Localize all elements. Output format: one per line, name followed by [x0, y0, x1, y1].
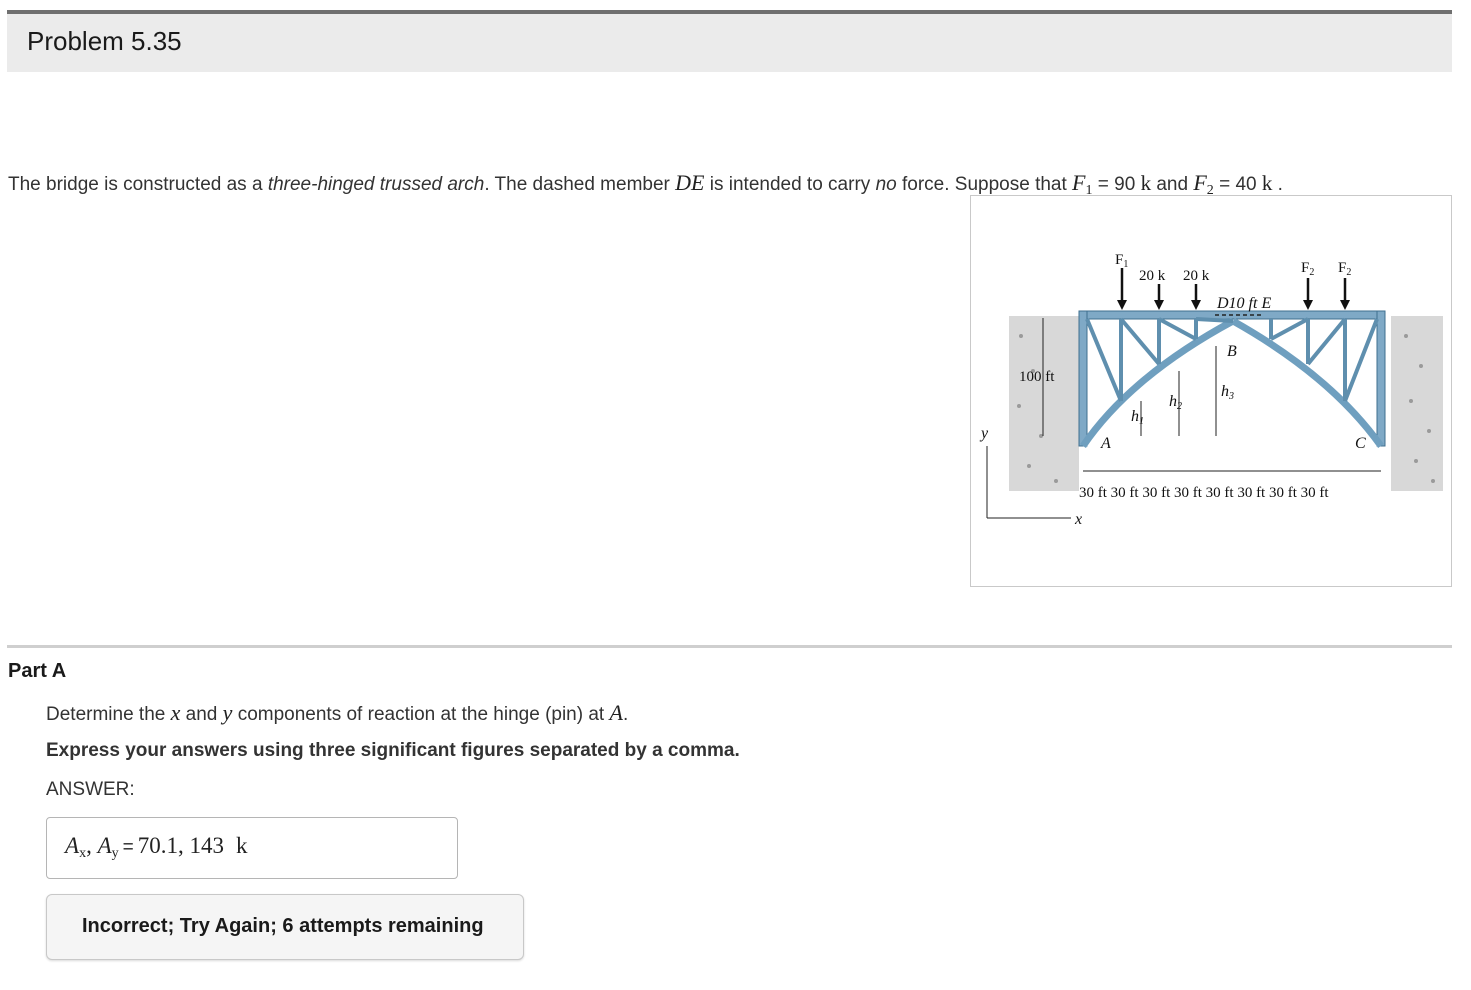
- load-f2-a-label: F2: [1301, 260, 1314, 278]
- and-text: and: [1151, 174, 1194, 195]
- bridge-diagram: 100 ft F1 20 k 20 k F2 F2 D10 ft E B A C…: [979, 252, 1443, 528]
- answer-instruction: Express your answers using three signifi…: [46, 740, 740, 761]
- section-divider: [7, 645, 1452, 648]
- f2-value: = 40: [1213, 174, 1262, 195]
- f2-unit: k: [1261, 171, 1273, 195]
- member-symbol: DE: [675, 170, 705, 195]
- question-a-symbol: A: [609, 700, 623, 725]
- question-x-symbol: x: [170, 700, 181, 725]
- left-post: [1078, 310, 1088, 447]
- load-20k-b-label: 20 k: [1183, 268, 1210, 284]
- d-e-label: D10 ft E: [1216, 295, 1271, 312]
- problem-end: .: [1272, 174, 1283, 195]
- problem-title: Problem 5.35: [27, 26, 182, 56]
- problem-text-4: force. Suppose that: [896, 174, 1073, 195]
- problem-text-3: is intended to carry: [704, 174, 876, 195]
- part-a-question: Determine the x and y components of reac…: [46, 700, 629, 725]
- answer-unit: k: [235, 833, 248, 858]
- load-f1-label: F1: [1115, 252, 1128, 270]
- question-y-symbol: y: [222, 700, 233, 725]
- left-ground: [1009, 316, 1079, 491]
- right-post: [1376, 310, 1386, 447]
- height-label: 100 ft: [1019, 369, 1055, 385]
- problem-text-2: . The dashed member: [484, 174, 676, 195]
- feedback-message-box: Incorrect; Try Again; 6 attempts remaini…: [46, 894, 524, 960]
- y-axis-label: y: [979, 425, 989, 442]
- load-20k-a-label: 20 k: [1139, 268, 1166, 284]
- h2-label: h2: [1169, 393, 1182, 412]
- f2-symbol: F: [1193, 170, 1207, 195]
- problem-text-1: The bridge is constructed as a: [8, 174, 268, 195]
- x-axis-label: x: [1074, 511, 1082, 528]
- answer-expression: Ax, Ay = 70.1, 143 k: [65, 833, 248, 861]
- problem-text-italic-2: no: [875, 174, 897, 195]
- h3-label: h3: [1221, 383, 1234, 402]
- load-f2-b-label: F2: [1338, 260, 1351, 278]
- part-a-label: Part A: [8, 660, 67, 682]
- answer-label: ANSWER:: [46, 779, 135, 800]
- height-dimensions: [1140, 346, 1217, 436]
- f1-unit: k: [1140, 171, 1152, 195]
- answer-field[interactable]: Ax, Ay = 70.1, 143 k: [46, 817, 458, 879]
- f1-symbol: F: [1072, 170, 1086, 195]
- problem-text-italic-1: three-hinged trussed arch: [267, 174, 485, 195]
- bridge-figure: 100 ft F1 20 k 20 k F2 F2 D10 ft E B A C…: [970, 195, 1452, 587]
- f1-value: = 90: [1092, 174, 1141, 195]
- h1-label: h1: [1131, 408, 1144, 427]
- hinge-a-label: A: [1100, 435, 1111, 452]
- span-labels: 30 ft 30 ft 30 ft 30 ft 30 ft 30 ft 30 f…: [1079, 485, 1329, 501]
- hinge-b-label: B: [1227, 343, 1237, 360]
- answer-value[interactable]: 70.1, 143: [138, 833, 224, 858]
- problem-header: Problem 5.35: [7, 10, 1452, 72]
- hinge-c-label: C: [1355, 435, 1366, 452]
- feedback-message: Incorrect; Try Again; 6 attempts remaini…: [82, 915, 484, 937]
- right-ground: [1391, 316, 1443, 491]
